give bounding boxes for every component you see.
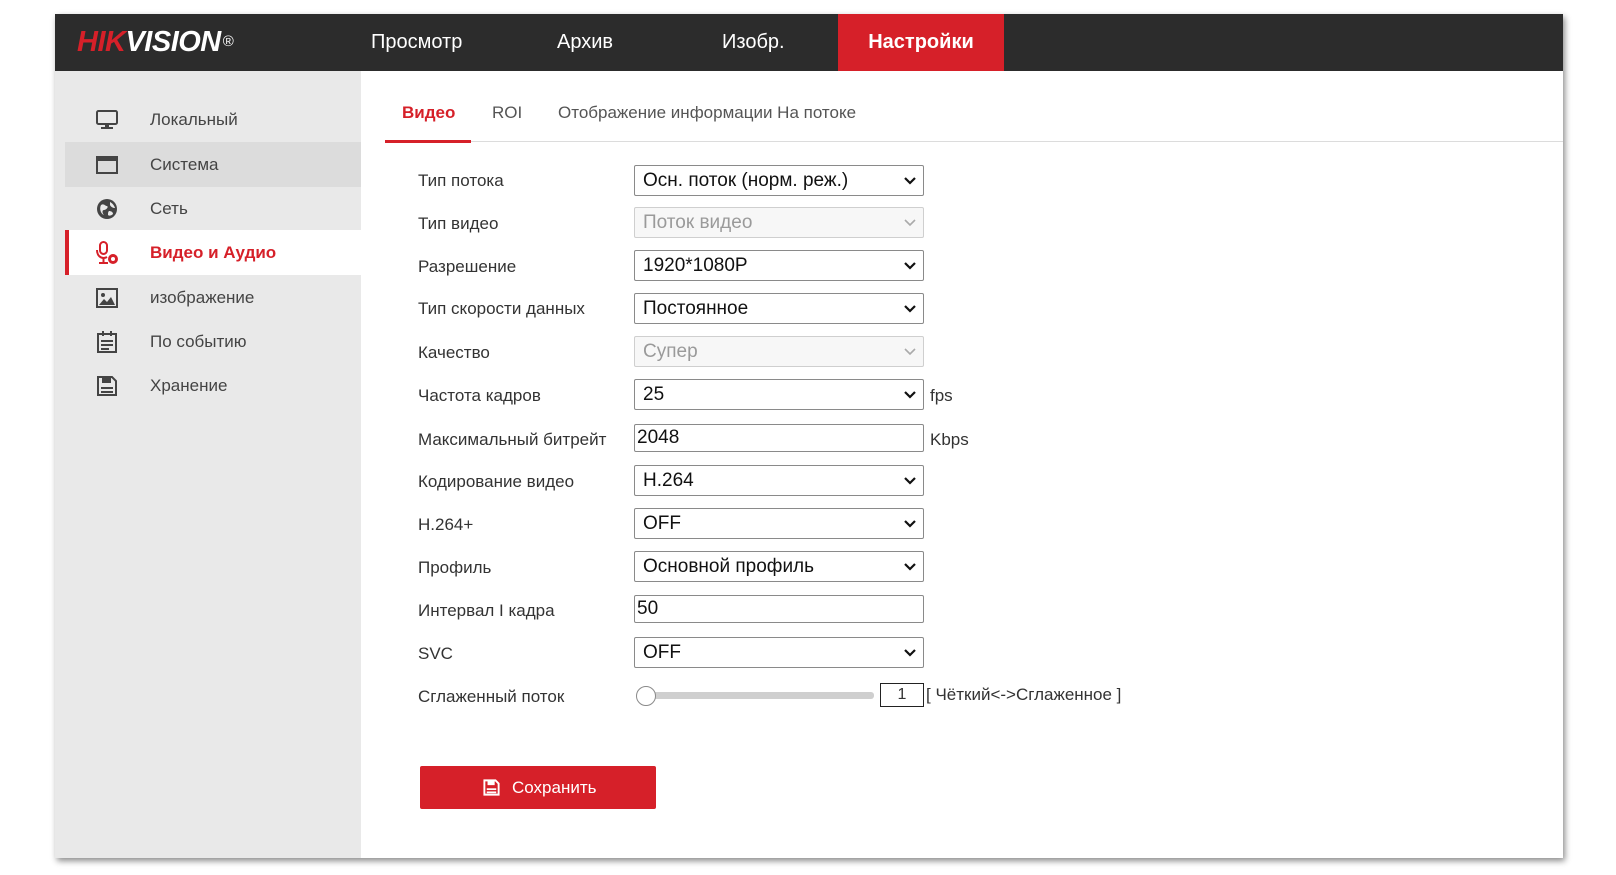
chevron-down-icon: [904, 177, 916, 185]
chevron-down-icon: [904, 563, 916, 571]
nav-playback[interactable]: Архив: [557, 14, 613, 71]
sidebar-item-label: изображение: [150, 288, 255, 307]
i-frame-interval-value: 50: [637, 598, 659, 619]
profile-label: Профиль: [418, 558, 492, 577]
sidebar-item-video-audio[interactable]: Видео и Аудио: [65, 230, 361, 275]
max-bitrate-input[interactable]: 2048: [634, 424, 924, 452]
chevron-down-icon: [904, 391, 916, 399]
top-navigation-bar: HIKVISION ® Просмотр Архив Изобр. Настрой…: [55, 14, 1563, 71]
svc-select[interactable]: OFF: [634, 637, 924, 668]
quality-value: Супер: [643, 341, 698, 362]
bitrate-type-select[interactable]: Постоянное: [634, 293, 924, 324]
frame-rate-unit: fps: [930, 386, 953, 405]
profile-value: Основной профиль: [643, 556, 815, 577]
sidebar: Локальный Система Сеть Видео и Аудио изо…: [55, 71, 361, 858]
active-indicator: [65, 230, 69, 275]
max-bitrate-label: Максимальный битрейт: [418, 430, 607, 449]
resolution-value: 1920*1080P: [643, 255, 748, 276]
save-button-label: Сохранить: [512, 778, 597, 797]
stream-type-value: Осн. поток (норм. реж.): [643, 170, 849, 191]
chevron-down-icon: [904, 649, 916, 657]
chevron-down-icon: [904, 219, 916, 227]
video-encoding-value: H.264: [643, 470, 694, 491]
max-bitrate-value: 2048: [637, 427, 680, 448]
sidebar-item-label: Сеть: [150, 199, 188, 218]
nav-picture[interactable]: Изобр.: [722, 14, 785, 71]
tab-video[interactable]: Видео: [385, 96, 471, 143]
tab-stream-info-display[interactable]: Отображение информации На потоке: [558, 96, 856, 142]
quality-select: Супер: [634, 336, 924, 367]
smoothing-slider-handle[interactable]: [636, 686, 656, 706]
calendar-event-icon: [97, 331, 117, 353]
logo-text-hik: HIK: [77, 26, 126, 58]
logo-registered-mark: ®: [222, 33, 234, 50]
max-bitrate-unit: Kbps: [930, 430, 969, 449]
resolution-label: Разрешение: [418, 257, 517, 276]
settings-tabs: Видео ROI Отображение информации На пото…: [385, 96, 1563, 143]
smoothing-value-input[interactable]: 1: [880, 683, 924, 707]
frame-rate-label: Частота кадров: [418, 386, 541, 405]
chevron-down-icon: [904, 305, 916, 313]
stream-type-select[interactable]: Осн. поток (норм. реж.): [634, 165, 924, 196]
globe-icon: [97, 199, 117, 219]
sidebar-item-image[interactable]: изображение: [65, 275, 361, 320]
floppy-disk-icon: [483, 779, 500, 796]
monitor-icon: [96, 110, 118, 129]
save-button[interactable]: Сохранить: [420, 766, 656, 809]
sidebar-item-event[interactable]: По событию: [65, 319, 361, 364]
chevron-down-icon: [904, 477, 916, 485]
video-type-select: Поток видео: [634, 207, 924, 238]
smoothing-label: Сглаженный поток: [418, 687, 565, 706]
chevron-down-icon: [904, 520, 916, 528]
nav-preview[interactable]: Просмотр: [371, 14, 462, 71]
svc-label: SVC: [418, 644, 453, 663]
sidebar-item-system[interactable]: Система: [65, 142, 361, 187]
smoothing-hint: [ Чёткий<->Сглаженное ]: [926, 685, 1122, 704]
chevron-down-icon: [904, 262, 916, 270]
h264plus-label: H.264+: [418, 515, 474, 534]
video-encoding-select[interactable]: H.264: [634, 465, 924, 496]
h264plus-select[interactable]: OFF: [634, 508, 924, 539]
sidebar-item-label: Хранение: [150, 376, 228, 395]
hikvision-logo: HIKVISION ®: [77, 26, 234, 58]
image-icon: [96, 288, 118, 308]
frame-rate-select[interactable]: 25: [634, 379, 924, 410]
sidebar-item-storage[interactable]: Хранение: [65, 363, 361, 408]
svc-value: OFF: [643, 642, 681, 663]
tab-roi[interactable]: ROI: [492, 96, 522, 142]
video-type-label: Тип видео: [418, 214, 499, 233]
sidebar-item-label: Система: [150, 155, 219, 174]
video-audio-icon: [96, 241, 118, 264]
logo-text-vision: VISION: [125, 26, 221, 58]
chevron-down-icon: [904, 348, 916, 356]
floppy-disk-icon: [97, 376, 117, 396]
bitrate-type-label: Тип скорости данных: [418, 299, 585, 318]
profile-select[interactable]: Основной профиль: [634, 551, 924, 582]
video-type-value: Поток видео: [643, 212, 753, 233]
sidebar-item-local[interactable]: Локальный: [65, 97, 361, 142]
sidebar-item-network[interactable]: Сеть: [65, 186, 361, 231]
quality-label: Качество: [418, 343, 490, 362]
nav-configuration[interactable]: Настройки: [838, 14, 1004, 71]
stream-type-label: Тип потока: [418, 171, 504, 190]
video-encoding-label: Кодирование видео: [418, 472, 575, 491]
sidebar-item-label: Локальный: [150, 110, 238, 129]
frame-rate-value: 25: [643, 384, 665, 405]
i-frame-interval-input[interactable]: 50: [634, 595, 924, 623]
resolution-select[interactable]: 1920*1080P: [634, 250, 924, 281]
h264plus-value: OFF: [643, 513, 681, 534]
system-window-icon: [96, 156, 118, 174]
smoothing-slider-track[interactable]: [640, 692, 874, 699]
bitrate-type-value: Постоянное: [643, 298, 749, 319]
sidebar-item-label: Видео и Аудио: [150, 243, 277, 262]
sidebar-item-label: По событию: [150, 332, 247, 351]
i-frame-interval-label: Интервал I кадра: [418, 601, 555, 620]
